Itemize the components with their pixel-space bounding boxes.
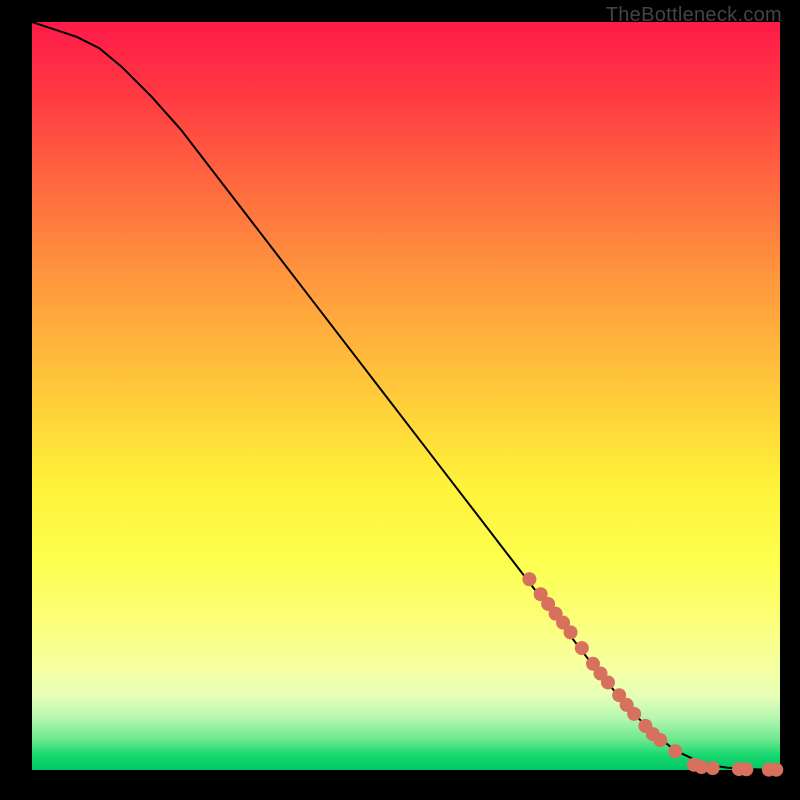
curve-markers bbox=[522, 572, 783, 776]
curve-marker bbox=[522, 572, 536, 586]
curve-marker bbox=[627, 707, 641, 721]
curve-marker bbox=[601, 675, 615, 689]
chart-frame: TheBottleneck.com bbox=[0, 0, 800, 800]
curve-marker bbox=[769, 763, 783, 777]
curve-marker bbox=[668, 744, 682, 758]
curve-marker bbox=[739, 762, 753, 776]
chart-overlay bbox=[32, 22, 780, 770]
curve-marker bbox=[653, 733, 667, 747]
bottleneck-curve bbox=[32, 22, 780, 770]
curve-marker bbox=[706, 761, 720, 775]
curve-marker bbox=[564, 625, 578, 639]
plot-area bbox=[32, 22, 780, 770]
watermark-label: TheBottleneck.com bbox=[606, 4, 782, 27]
curve-marker bbox=[575, 641, 589, 655]
